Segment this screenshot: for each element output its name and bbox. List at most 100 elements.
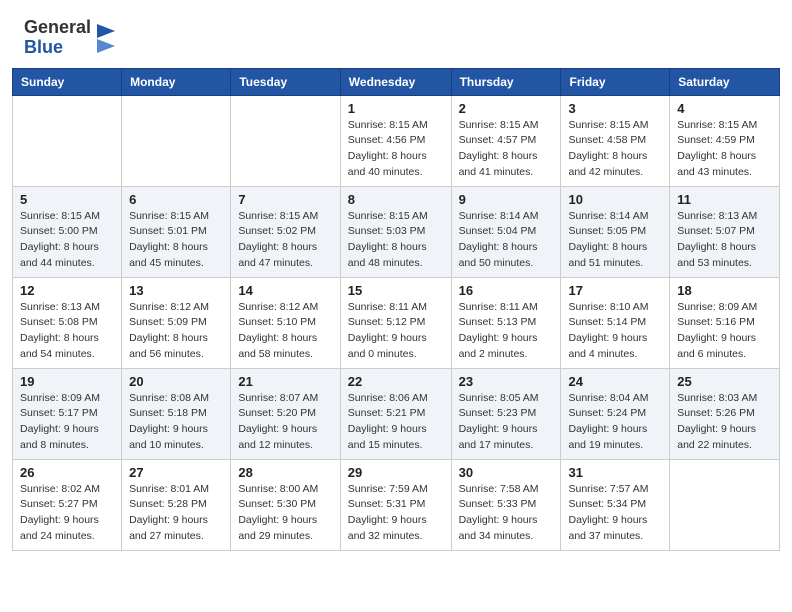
day-cell: 9 Sunrise: 8:14 AM Sunset: 5:04 PM Daylig… [451,186,561,277]
day-number: 2 [459,101,554,116]
header: General Blue [0,0,792,68]
day-cell: 12 Sunrise: 8:13 AM Sunset: 5:08 PM Dayli… [13,277,122,368]
day-info: Sunrise: 8:12 AM Sunset: 5:10 PM Dayligh… [238,300,332,363]
day-cell: 28 Sunrise: 8:00 AM Sunset: 5:30 PM Dayli… [231,459,340,550]
day-info: Sunrise: 8:03 AM Sunset: 5:26 PM Dayligh… [677,391,772,454]
day-number: 11 [677,192,772,207]
day-cell [231,95,340,186]
day-cell [122,95,231,186]
day-number: 18 [677,283,772,298]
day-number: 31 [568,465,662,480]
day-cell: 10 Sunrise: 8:14 AM Sunset: 5:05 PM Dayli… [561,186,670,277]
day-cell: 11 Sunrise: 8:13 AM Sunset: 5:07 PM Dayli… [670,186,780,277]
day-cell: 21Sunrise: 8:07 AM Sunset: 5:20 PM Dayli… [231,368,340,459]
day-number: 26 [20,465,114,480]
day-cell: 26 Sunrise: 8:02 AM Sunset: 5:27 PM Dayli… [13,459,122,550]
day-cell: 3 Sunrise: 8:15 AM Sunset: 4:58 PM Daylig… [561,95,670,186]
day-cell: 30Sunrise: 7:58 AM Sunset: 5:33 PM Dayli… [451,459,561,550]
day-cell: 20 Sunrise: 8:08 AM Sunset: 5:18 PM Dayli… [122,368,231,459]
header-cell-friday: Friday [561,68,670,95]
day-cell: 29Sunrise: 7:59 AM Sunset: 5:31 PM Dayli… [340,459,451,550]
day-info: Sunrise: 8:12 AM Sunset: 5:09 PM Dayligh… [129,300,223,363]
logo-triangle2-icon [97,39,115,53]
calendar-wrapper: SundayMondayTuesdayWednesdayThursdayFrid… [0,68,792,563]
day-number: 23 [459,374,554,389]
day-cell: 2 Sunrise: 8:15 AM Sunset: 4:57 PM Daylig… [451,95,561,186]
day-info: Sunrise: 8:10 AM Sunset: 5:14 PM Dayligh… [568,300,662,363]
day-info: Sunrise: 8:13 AM Sunset: 5:08 PM Dayligh… [20,300,114,363]
day-cell: 27Sunrise: 8:01 AM Sunset: 5:28 PM Dayli… [122,459,231,550]
day-number: 9 [459,192,554,207]
day-info: Sunrise: 8:14 AM Sunset: 5:05 PM Dayligh… [568,209,662,272]
day-cell: 8Sunrise: 8:15 AM Sunset: 5:03 PM Daylig… [340,186,451,277]
day-number: 7 [238,192,332,207]
day-info: Sunrise: 8:13 AM Sunset: 5:07 PM Dayligh… [677,209,772,272]
logo-general: General [24,18,91,38]
day-number: 20 [129,374,223,389]
header-cell-thursday: Thursday [451,68,561,95]
day-info: Sunrise: 8:15 AM Sunset: 4:59 PM Dayligh… [677,118,772,181]
day-info: Sunrise: 8:11 AM Sunset: 5:13 PM Dayligh… [459,300,554,363]
logo-triangle-icon [97,24,115,38]
day-number: 14 [238,283,332,298]
day-cell: 23 Sunrise: 8:05 AM Sunset: 5:23 PM Dayli… [451,368,561,459]
logo: General Blue [24,18,115,58]
day-info: Sunrise: 8:14 AM Sunset: 5:04 PM Dayligh… [459,209,554,272]
day-info: Sunrise: 8:15 AM Sunset: 5:01 PM Dayligh… [129,209,223,272]
day-info: Sunrise: 8:09 AM Sunset: 5:16 PM Dayligh… [677,300,772,363]
header-cell-monday: Monday [122,68,231,95]
day-info: Sunrise: 7:58 AM Sunset: 5:33 PM Dayligh… [459,482,554,545]
day-cell: 1Sunrise: 8:15 AM Sunset: 4:56 PM Daylig… [340,95,451,186]
day-info: Sunrise: 8:00 AM Sunset: 5:30 PM Dayligh… [238,482,332,545]
day-cell [670,459,780,550]
day-info: Sunrise: 8:02 AM Sunset: 5:27 PM Dayligh… [20,482,114,545]
day-cell: 13 Sunrise: 8:12 AM Sunset: 5:09 PM Dayli… [122,277,231,368]
day-number: 12 [20,283,114,298]
day-info: Sunrise: 8:15 AM Sunset: 5:02 PM Dayligh… [238,209,332,272]
header-cell-tuesday: Tuesday [231,68,340,95]
day-number: 13 [129,283,223,298]
day-number: 4 [677,101,772,116]
day-number: 19 [20,374,114,389]
day-cell: 6 Sunrise: 8:15 AM Sunset: 5:01 PM Daylig… [122,186,231,277]
day-number: 15 [348,283,444,298]
day-number: 6 [129,192,223,207]
week-row-3: 12 Sunrise: 8:13 AM Sunset: 5:08 PM Dayli… [13,277,780,368]
day-cell: 17 Sunrise: 8:10 AM Sunset: 5:14 PM Dayli… [561,277,670,368]
header-cell-saturday: Saturday [670,68,780,95]
day-info: Sunrise: 7:59 AM Sunset: 5:31 PM Dayligh… [348,482,444,545]
day-number: 8 [348,192,444,207]
logo-blue: Blue [24,38,91,58]
day-number: 21 [238,374,332,389]
day-cell: 24Sunrise: 8:04 AM Sunset: 5:24 PM Dayli… [561,368,670,459]
day-info: Sunrise: 8:15 AM Sunset: 4:57 PM Dayligh… [459,118,554,181]
calendar-table: SundayMondayTuesdayWednesdayThursdayFrid… [12,68,780,551]
day-info: Sunrise: 7:57 AM Sunset: 5:34 PM Dayligh… [568,482,662,545]
day-cell [13,95,122,186]
header-row: SundayMondayTuesdayWednesdayThursdayFrid… [13,68,780,95]
day-info: Sunrise: 8:08 AM Sunset: 5:18 PM Dayligh… [129,391,223,454]
day-info: Sunrise: 8:09 AM Sunset: 5:17 PM Dayligh… [20,391,114,454]
day-number: 25 [677,374,772,389]
week-row-5: 26 Sunrise: 8:02 AM Sunset: 5:27 PM Dayli… [13,459,780,550]
day-number: 1 [348,101,444,116]
day-number: 17 [568,283,662,298]
day-cell: 14 Sunrise: 8:12 AM Sunset: 5:10 PM Dayli… [231,277,340,368]
day-number: 24 [568,374,662,389]
page: General Blue SundayMondayTuesdayWednesda… [0,0,792,612]
day-number: 16 [459,283,554,298]
day-cell: 7 Sunrise: 8:15 AM Sunset: 5:02 PM Daylig… [231,186,340,277]
day-number: 10 [568,192,662,207]
day-info: Sunrise: 8:11 AM Sunset: 5:12 PM Dayligh… [348,300,444,363]
day-cell: 4 Sunrise: 8:15 AM Sunset: 4:59 PM Daylig… [670,95,780,186]
day-info: Sunrise: 8:01 AM Sunset: 5:28 PM Dayligh… [129,482,223,545]
week-row-4: 19 Sunrise: 8:09 AM Sunset: 5:17 PM Dayli… [13,368,780,459]
day-cell: 25 Sunrise: 8:03 AM Sunset: 5:26 PM Dayli… [670,368,780,459]
day-number: 28 [238,465,332,480]
day-number: 3 [568,101,662,116]
day-cell: 15 Sunrise: 8:11 AM Sunset: 5:12 PM Dayli… [340,277,451,368]
day-info: Sunrise: 8:05 AM Sunset: 5:23 PM Dayligh… [459,391,554,454]
day-info: Sunrise: 8:15 AM Sunset: 4:58 PM Dayligh… [568,118,662,181]
day-info: Sunrise: 8:15 AM Sunset: 5:00 PM Dayligh… [20,209,114,272]
day-info: Sunrise: 8:06 AM Sunset: 5:21 PM Dayligh… [348,391,444,454]
